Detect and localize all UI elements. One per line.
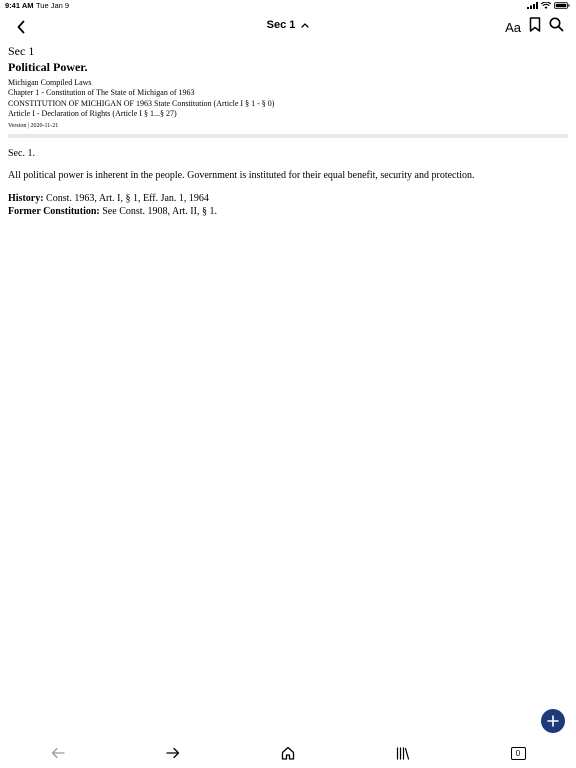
add-button[interactable] xyxy=(541,709,565,733)
status-date: Tue Jan 9 xyxy=(36,1,70,10)
home-button[interactable] xyxy=(280,745,296,761)
body-text: All political power is inherent in the p… xyxy=(8,170,475,182)
arrow-right-icon xyxy=(166,747,180,759)
history-line: History: Const. 1963, Art. I, § 1, Eff. … xyxy=(8,192,568,205)
nav-title: Sec 1 xyxy=(266,19,296,31)
nav-actions: Aa xyxy=(505,17,564,37)
bookmark-button[interactable] xyxy=(529,17,541,37)
breadcrumb-line: CONSTITUTION OF MICHIGAN OF 1963 State C… xyxy=(8,98,275,108)
history-forward-button[interactable] xyxy=(165,745,181,761)
document-content: Sec 1 Political Power. Michigan Compiled… xyxy=(8,44,568,218)
history-value: Const. 1963, Art. I, § 1, Eff. Jan. 1, 1… xyxy=(43,193,209,205)
home-icon xyxy=(281,746,295,760)
section-title-menu[interactable]: Sec 1 xyxy=(0,19,576,31)
font-size-button[interactable]: Aa xyxy=(505,20,521,35)
chevron-up-icon xyxy=(301,23,310,28)
body-section-number: Sec. 1. xyxy=(8,148,35,160)
former-label: Former Constitution: xyxy=(8,206,100,218)
former-constitution-line: Former Constitution: See Const. 1908, Ar… xyxy=(8,205,568,218)
former-value: See Const. 1908, Art. II, § 1. xyxy=(99,206,217,218)
history-label: History: xyxy=(8,193,44,205)
history-block: History: Const. 1963, Art. I, § 1, Eff. … xyxy=(8,192,568,218)
bottom-toolbar: 0 xyxy=(0,743,576,763)
tabs-icon: 0 xyxy=(510,746,526,760)
breadcrumb-line: Chapter 1 - Constitution of The State of… xyxy=(8,88,195,98)
plus-icon xyxy=(547,715,559,727)
library-icon xyxy=(396,746,410,760)
wifi-icon xyxy=(541,2,551,9)
section-title: Political Power. xyxy=(8,60,88,74)
status-indicators xyxy=(527,2,570,9)
cellular-signal-icon xyxy=(527,2,538,9)
breadcrumb-line: Michigan Compiled Laws xyxy=(8,78,92,87)
navigation-bar: Sec 1 Aa xyxy=(0,12,576,42)
search-button[interactable] xyxy=(549,17,564,37)
divider xyxy=(8,134,568,139)
search-icon xyxy=(549,17,564,32)
breadcrumb-line: Article I - Declaration of Rights (Artic… xyxy=(8,108,177,118)
arrow-left-icon xyxy=(51,747,65,759)
tabs-button[interactable]: 0 xyxy=(510,745,526,761)
battery-icon xyxy=(554,2,570,9)
library-button[interactable] xyxy=(395,745,411,761)
history-back-button[interactable] xyxy=(50,745,66,761)
section-label: Sec 1 xyxy=(8,44,35,58)
status-time: 9:41 AM xyxy=(5,1,34,10)
status-bar: 9:41 AM Tue Jan 9 xyxy=(0,0,576,12)
version-label: Version | 2020-11-21 xyxy=(8,123,59,130)
bookmark-icon xyxy=(529,17,541,32)
